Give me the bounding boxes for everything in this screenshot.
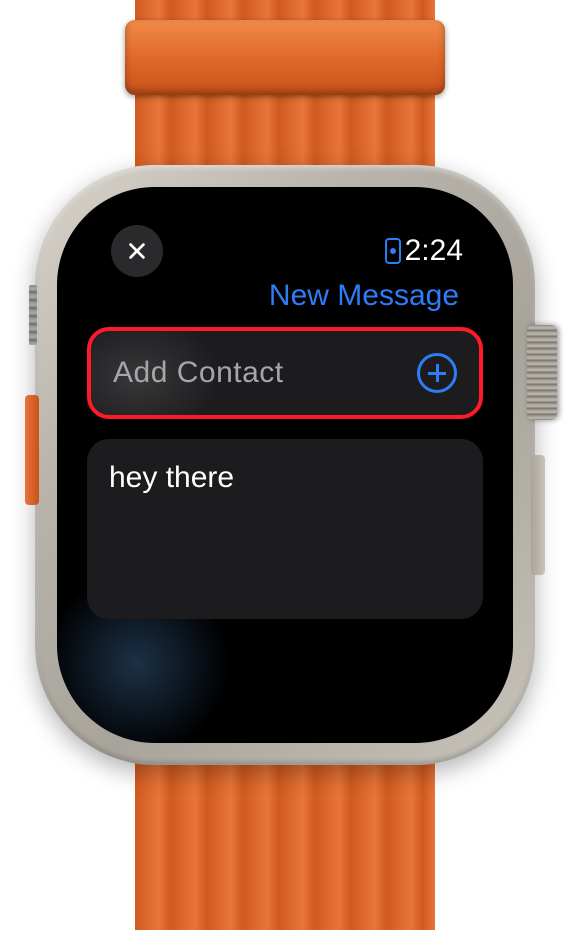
- digital-crown[interactable]: [527, 325, 557, 420]
- side-button[interactable]: [531, 455, 545, 575]
- phone-connected-icon: [385, 238, 401, 264]
- plus-circle-icon: [417, 353, 457, 393]
- action-button[interactable]: [25, 395, 39, 505]
- message-body-field[interactable]: hey there: [87, 439, 483, 619]
- speaker-grille: [29, 285, 37, 345]
- screen-bezel: 2:24 New Message Add Contact hey there: [57, 187, 513, 743]
- screen: 2:24 New Message Add Contact hey there: [77, 207, 493, 723]
- close-icon: [126, 240, 148, 262]
- watch-band-loop: [125, 20, 445, 95]
- status-bar: 2:24: [85, 225, 485, 277]
- page-title: New Message: [85, 277, 485, 327]
- clock-time: 2:24: [405, 234, 463, 268]
- add-contact-label: Add Contact: [113, 356, 284, 390]
- close-button[interactable]: [111, 225, 163, 277]
- status-right: 2:24: [385, 234, 463, 268]
- watch-case: 2:24 New Message Add Contact hey there: [35, 165, 535, 765]
- add-contact-row[interactable]: Add Contact: [87, 327, 483, 419]
- message-text: hey there: [109, 461, 234, 494]
